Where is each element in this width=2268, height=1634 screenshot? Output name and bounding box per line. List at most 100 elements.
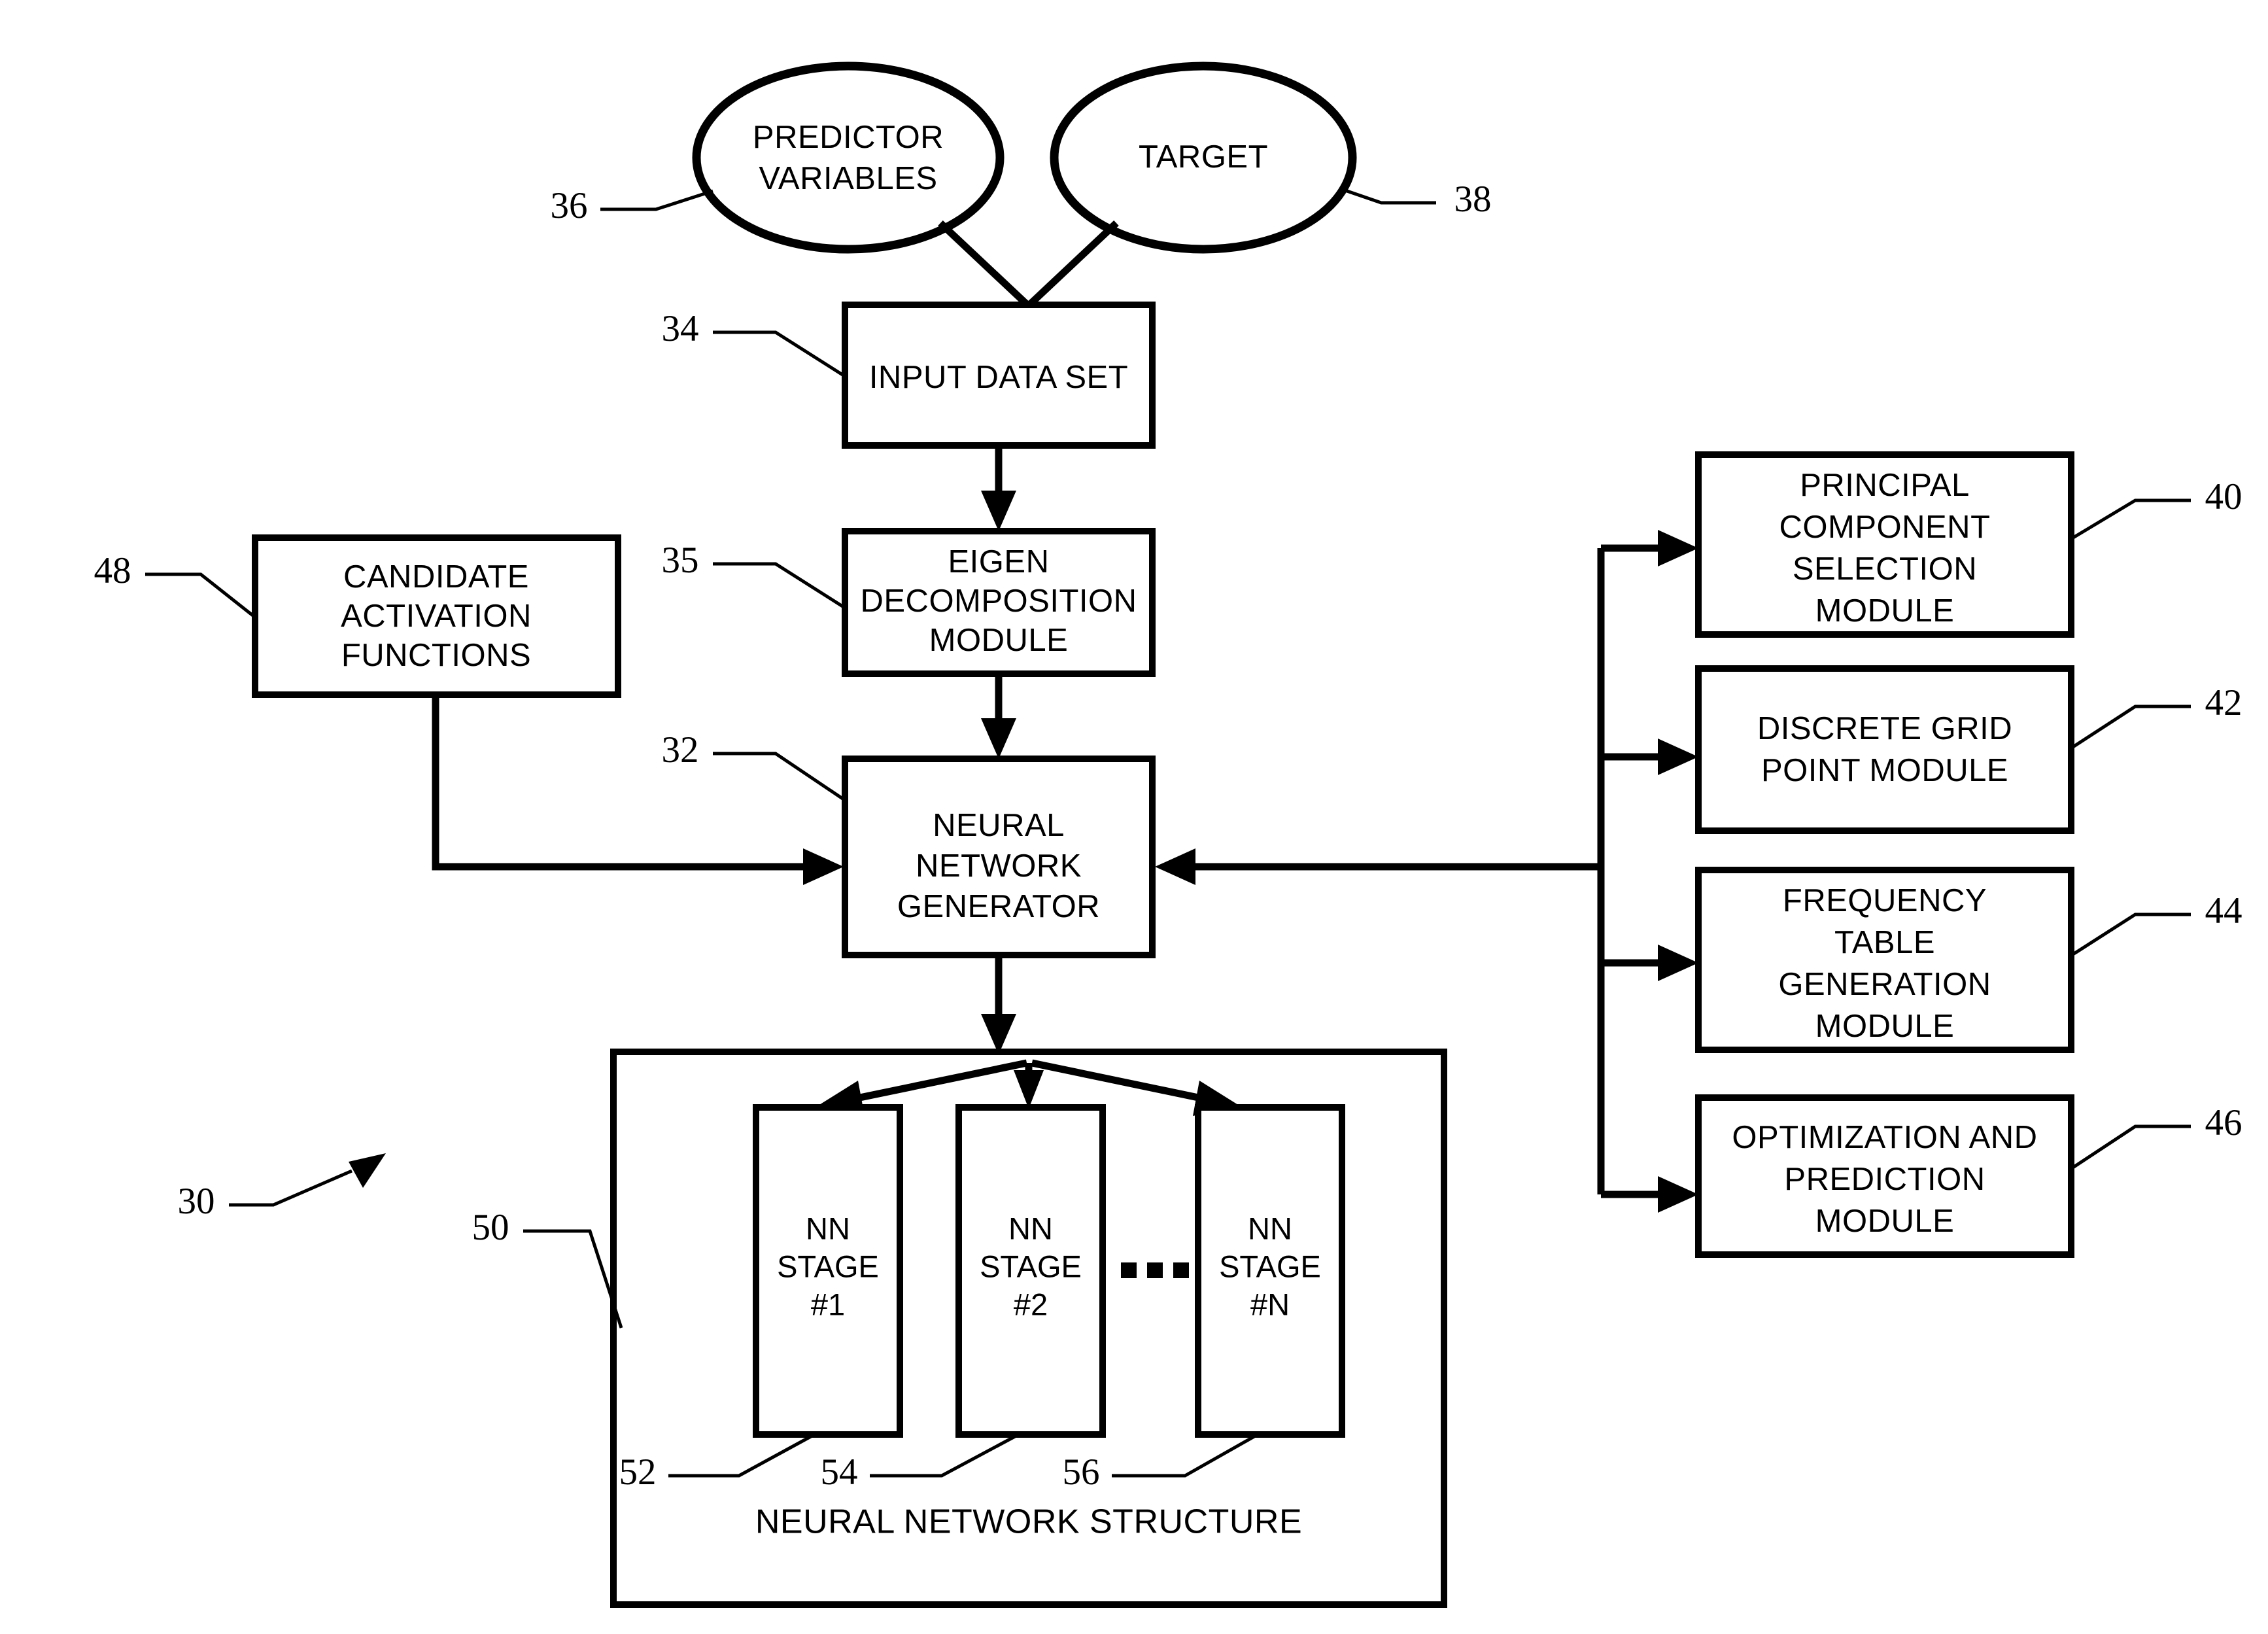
node-nn-stage-n: NN STAGE #N [1195,1104,1345,1438]
ellipsis-dot-2 [1147,1262,1163,1278]
ref-46-leader: 46 [2069,1102,2242,1172]
ref-42-leader: 42 [2069,682,2242,751]
nn-stage-n-label-line3: #N [1250,1287,1290,1321]
predictor-variables-label-line1: PREDICTOR [753,120,944,155]
ref-34-numeral: 34 [662,308,699,349]
predictor-variables-label-line2: VARIABLES [759,161,937,196]
ref-54-numeral: 54 [821,1451,858,1493]
pcs-label-line3: SELECTION [1793,551,1977,587]
ref-56-numeral: 56 [1063,1451,1100,1493]
pcs-label-line2: COMPONENT [1779,510,1991,545]
node-nn-stage-2: NN STAGE #2 [955,1104,1106,1438]
ref-46-numeral: 46 [2205,1102,2242,1143]
nn-stage-1-label-line2: STAGE [777,1249,879,1283]
ref-48-leader: 48 [94,550,255,617]
dgp-label-line2: POINT MODULE [1761,753,2008,788]
candidate-activation-functions-label-line3: FUNCTIONS [341,638,531,673]
input-data-set-label: INPUT DATA SET [869,360,1128,395]
ref-50-numeral: 50 [472,1207,509,1248]
arrow-eigen-to-generator [981,674,1016,759]
arrowhead-right-dgp [1658,739,1698,775]
arrow-generator-to-structure [981,955,1016,1054]
arrowhead-ref-30 [349,1153,386,1188]
ellipsis-dot-1 [1121,1262,1137,1278]
ftg-label-line4: MODULE [1815,1009,1955,1044]
node-frequency-table-generation-module: FREQUENCY TABLE GENERATION MODULE [1695,867,2074,1053]
node-nn-stage-1: NN STAGE #1 [753,1104,903,1438]
node-predictor-variables: PREDICTOR VARIABLES [692,61,1005,254]
nn-stage-n-label-line2: STAGE [1219,1249,1321,1283]
neural-network-generator-label-line2: NETWORK [916,848,1082,884]
ref-32-leader: 32 [662,729,845,801]
arrowhead-right-ftg [1658,945,1698,981]
discrete-grid-point-box [1695,665,2074,834]
predictor-variables-ellipse [692,61,1005,254]
node-input-data-set: INPUT DATA SET [842,302,1156,449]
node-principal-component-selection-module: PRINCIPAL COMPONENT SELECTION MODULE [1695,451,2074,638]
dgp-label-line1: DISCRETE GRID [1757,711,2012,746]
pcs-label-line4: MODULE [1815,593,1955,629]
ftg-label-line1: FREQUENCY [1783,883,1987,918]
target-label-line1: TARGET [1139,139,1268,175]
opm-label-line1: OPTIMIZATION AND [1732,1120,2037,1155]
ref-30-leader: 30 [178,1153,386,1222]
ftg-label-line3: GENERATION [1778,967,1991,1002]
arrowhead-down-generator [981,718,1016,759]
candidate-activation-functions-label-line1: CANDIDATE [343,559,529,595]
node-candidate-activation-functions: CANDIDATE ACTIVATION FUNCTIONS [252,534,621,698]
ref-38-leader: 38 [1339,179,1492,220]
arrow-input-to-eigen [981,445,1016,531]
ref-40-leader: 40 [2069,476,2242,542]
arrow-caf-to-generator [432,695,844,885]
target-to-input-line [1027,220,1119,308]
node-target: TARGET [1050,61,1357,254]
nn-stage-2-label-line2: STAGE [980,1249,1082,1283]
arrowhead-down-eigen [981,491,1016,531]
opm-label-line3: MODULE [1815,1204,1955,1239]
neural-network-structure-caption: NEURAL NETWORK STRUCTURE [755,1503,1302,1541]
eigen-decomposition-label-line1: EIGEN [948,544,1050,580]
ftg-label-line2: TABLE [1834,925,1935,960]
ref-42-numeral: 42 [2205,682,2242,723]
nn-stage-1-label-line1: NN [806,1211,850,1245]
ref-32-numeral: 32 [662,729,699,771]
node-discrete-grid-point-module: DISCRETE GRID POINT MODULE [1695,665,2074,834]
ref-48-numeral: 48 [94,550,131,591]
node-neural-network-generator: NEURAL NETWORK GENERATOR [842,756,1156,958]
arrowhead-right-opm [1658,1176,1698,1213]
ellipsis-dot-3 [1173,1262,1189,1278]
arrowhead-right-pcs [1658,530,1698,566]
ref-36-leader: 36 [551,185,713,226]
predictor-to-input-line [938,220,1030,308]
ref-38-numeral: 38 [1454,179,1492,220]
neural-network-generator-label-line1: NEURAL [933,808,1065,843]
arrowhead-down-structure [981,1014,1016,1054]
eigen-decomposition-label-line3: MODULE [929,623,1069,658]
ref-50-leader: 50 [472,1207,623,1329]
candidate-activation-functions-label-line2: ACTIVATION [341,599,532,634]
node-eigen-decomposition-module: EIGEN DECOMPOSITION MODULE [842,528,1156,677]
opm-label-line2: PREDICTION [1784,1162,1985,1197]
ref-35-leader: 35 [662,540,845,609]
ref-40-numeral: 40 [2205,476,2242,517]
arrowhead-left-generator [1155,848,1195,885]
nn-stage-2-label-line1: NN [1008,1211,1053,1245]
nn-stage-n-label-line1: NN [1248,1211,1292,1245]
ref-44-leader: 44 [2069,890,2242,958]
pcs-label-line1: PRINCIPAL [1800,468,1970,503]
node-optimization-and-prediction-module: OPTIMIZATION AND PREDICTION MODULE [1695,1094,2074,1258]
ref-34-leader: 34 [662,308,845,377]
ellipsis-between-stages-icon [1121,1262,1189,1278]
nn-stage-1-label-line3: #1 [811,1287,845,1321]
ref-35-numeral: 35 [662,540,699,581]
ref-44-numeral: 44 [2205,890,2242,931]
neural-network-generator-label-line3: GENERATOR [897,889,1100,924]
eigen-decomposition-label-line2: DECOMPOSITION [860,583,1137,619]
nn-stage-2-label-line3: #2 [1014,1287,1048,1321]
ref-36-numeral: 36 [551,185,588,226]
patent-figure: PREDICTOR VARIABLES TARGET 36 38 INPUT D… [0,0,2268,1634]
arrowhead-right-generator [803,848,844,885]
ref-30-numeral: 30 [178,1181,215,1222]
block-diagram-canvas: PREDICTOR VARIABLES TARGET 36 38 INPUT D… [94,61,2242,1608]
ref-52-numeral: 52 [619,1451,657,1493]
